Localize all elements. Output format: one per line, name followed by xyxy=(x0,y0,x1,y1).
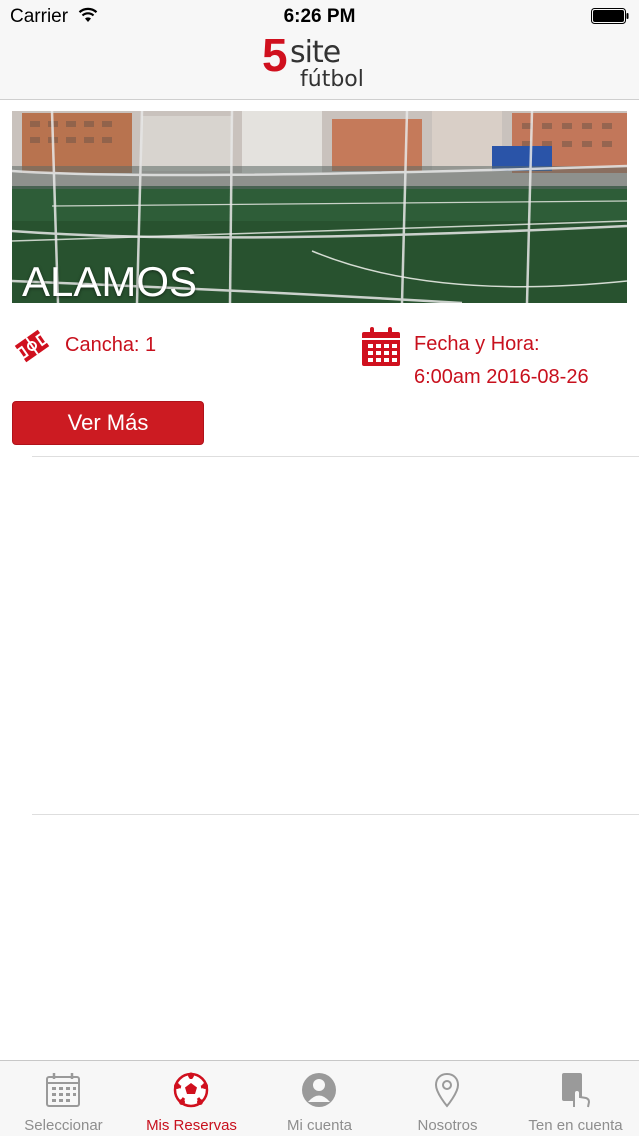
venue-photo: ALAMOS xyxy=(12,111,627,303)
logo-word: site xyxy=(290,35,341,70)
tab-mis-reservas[interactable]: Mis Reservas xyxy=(128,1061,255,1136)
tab-seleccionar[interactable]: Seleccionar xyxy=(0,1061,127,1136)
cancha-label: Cancha: 1 xyxy=(65,334,157,356)
tab-ten-en-cuenta[interactable]: Ten en cuenta xyxy=(512,1061,639,1136)
tab-label: Ten en cuenta xyxy=(528,1117,623,1134)
user-icon xyxy=(302,1073,336,1107)
calendar-icon xyxy=(362,327,400,366)
tab-label: Mis Reservas xyxy=(146,1117,237,1134)
ver-mas-button[interactable]: Ver Más xyxy=(12,401,204,445)
venue-name: ALAMOS xyxy=(22,258,198,303)
fecha-value: 6:00am 2016-08-26 xyxy=(414,366,589,388)
battery-icon xyxy=(591,8,629,24)
soccer-ball-icon xyxy=(173,1072,209,1108)
location-pin-icon xyxy=(434,1072,460,1108)
tab-label: Mi cuenta xyxy=(286,1117,353,1134)
logo-number: 5 xyxy=(262,29,288,81)
status-bar: Carrier 6:26 PM xyxy=(0,0,639,32)
logo-subword: fútbol xyxy=(300,67,364,92)
navigation-bar: 5 site fútbol xyxy=(0,32,639,100)
soccer-field-icon xyxy=(14,329,50,363)
tab-nosotros[interactable]: Nosotros xyxy=(384,1061,511,1136)
tab-mi-cuenta[interactable]: Mi cuenta xyxy=(256,1061,383,1136)
tab-bar: Seleccionar Mis Reservas Mi cuenta Nosot… xyxy=(0,1060,639,1136)
brand-logo: 5 site fútbol xyxy=(262,32,382,96)
status-time: 6:26 PM xyxy=(283,6,356,27)
list-divider xyxy=(32,456,639,457)
tab-label: Nosotros xyxy=(417,1117,478,1134)
fecha-label: Fecha y Hora: xyxy=(414,333,540,355)
hand-card-icon xyxy=(562,1073,591,1108)
list-divider xyxy=(32,814,639,815)
calendar-icon xyxy=(46,1073,80,1107)
tab-label: Seleccionar xyxy=(24,1117,103,1134)
